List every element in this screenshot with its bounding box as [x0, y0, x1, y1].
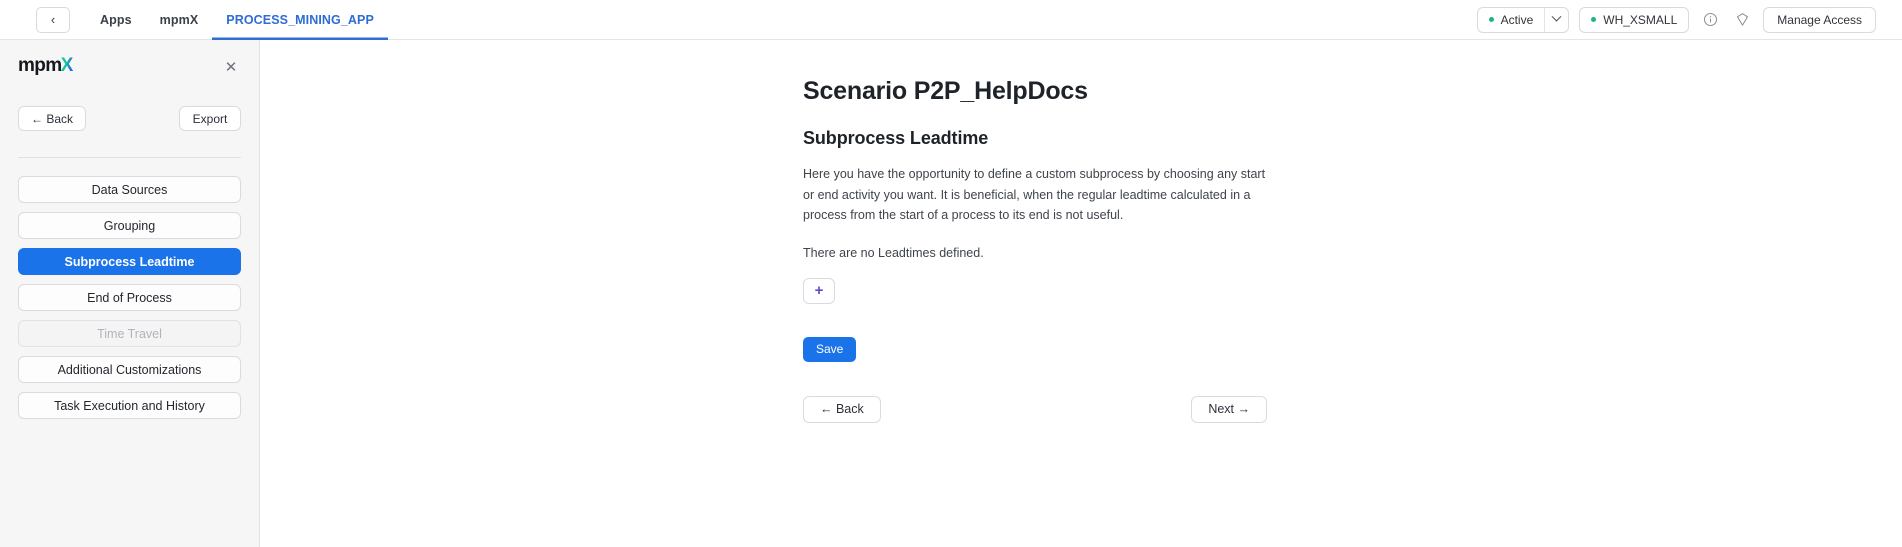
mpmx-logo: mpm X — [18, 56, 73, 75]
breadcrumb-label: Apps — [100, 12, 132, 27]
sidebar-actions: ← Back Export — [18, 106, 241, 131]
section-description: Here you have the opportunity to define … — [803, 167, 1266, 223]
sidebar-export-button[interactable]: Export — [179, 106, 241, 131]
shield-icon[interactable] — [1731, 9, 1753, 31]
sidebar-item-data-sources[interactable]: Data Sources — [18, 176, 241, 203]
wizard-navigation: ← Back Next → — [803, 395, 1267, 423]
status-dot-icon — [1488, 17, 1494, 22]
logo-accent-x: X — [60, 55, 74, 76]
plus-icon: + — [814, 282, 824, 300]
breadcrumb-item-mpmx[interactable]: mpmX — [146, 0, 213, 40]
wizard-next-button[interactable]: Next → — [1191, 395, 1267, 423]
content-column: Scenario P2P_HelpDocs Subprocess Leadtim… — [803, 40, 1383, 423]
breadcrumb-item-apps[interactable]: Apps — [86, 0, 146, 40]
sidebar-item-additional-customizations[interactable]: Additional Customizations — [18, 356, 241, 383]
sidebar-item-task-execution-and-history[interactable]: Task Execution and History — [18, 392, 241, 419]
warehouse-label: WH_XSMALL — [1603, 12, 1678, 27]
sidebar-header: mpm X ✕ — [18, 40, 241, 92]
section-title: Subprocess Leadtime — [803, 128, 989, 148]
app-status-button[interactable]: Active — [1478, 8, 1545, 32]
status-badge: Active — [1500, 12, 1534, 27]
sidebar-item-subprocess-leadtime[interactable]: Subprocess Leadtime — [18, 248, 241, 275]
manage-access-button[interactable]: Manage Access — [1763, 6, 1876, 33]
app-shell: mpm X ✕ ← Back Export Data Sources Groupi… — [0, 40, 1902, 547]
breadcrumb: Apps mpmX PROCESS_MINING_APP — [86, 0, 388, 40]
warehouse-selector[interactable]: WH_XSMALL — [1579, 6, 1690, 33]
sidebar: mpm X ✕ ← Back Export Data Sources Groupi… — [0, 40, 260, 547]
global-back-button[interactable]: ‹ — [36, 6, 70, 33]
sidebar-divider — [18, 157, 241, 158]
top-bar-right-controls: Active WH_XSMALL Manage Access — [1476, 6, 1884, 33]
top-bar: ‹ Apps mpmX PROCESS_MINING_APP Active WH… — [0, 0, 1902, 40]
app-status-control: Active — [1476, 6, 1570, 33]
main-content: Scenario P2P_HelpDocs Subprocess Leadtim… — [260, 40, 1902, 547]
app-status-dropdown-button[interactable] — [1544, 7, 1568, 32]
empty-state-message: There are no Leadtimes defined. — [803, 245, 984, 260]
warehouse-status-dot-icon — [1591, 17, 1597, 22]
save-button[interactable]: Save — [803, 336, 857, 362]
add-leadtime-button[interactable]: + — [803, 277, 835, 304]
sidebar-item-grouping[interactable]: Grouping — [18, 212, 241, 239]
info-icon[interactable] — [1699, 9, 1721, 31]
breadcrumb-label: mpmX — [159, 12, 199, 27]
sidebar-back-button[interactable]: ← Back — [18, 106, 87, 131]
breadcrumb-item-process-mining-app[interactable]: PROCESS_MINING_APP — [212, 0, 388, 40]
chevron-left-icon: ‹ — [50, 12, 56, 27]
wizard-back-button[interactable]: ← Back — [803, 395, 881, 423]
page-title: Scenario P2P_HelpDocs — [803, 77, 1088, 105]
close-icon[interactable]: ✕ — [221, 57, 241, 77]
chevron-down-icon — [1551, 11, 1562, 22]
sidebar-item-time-travel: Time Travel — [18, 320, 241, 347]
sidebar-nav-list: Data Sources Grouping Subprocess Leadtim… — [18, 176, 241, 419]
breadcrumb-label: PROCESS_MINING_APP — [226, 12, 374, 27]
sidebar-item-end-of-process[interactable]: End of Process — [18, 284, 241, 311]
logo-text: mpm — [18, 55, 62, 76]
